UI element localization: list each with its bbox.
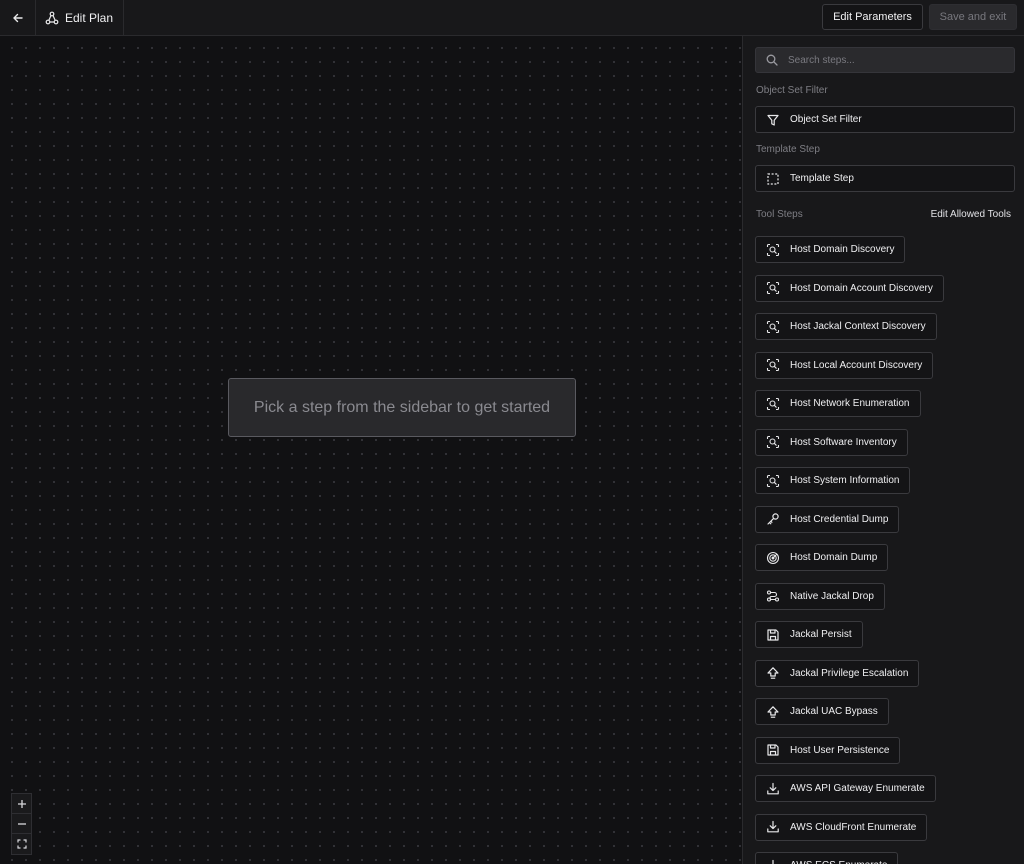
download-icon [766,782,780,796]
dashed-square-icon [766,172,780,186]
tool-step-label: Native Jackal Drop [790,590,874,602]
tool-step-label: Host System Information [790,475,900,486]
zoom-scan-icon [766,320,780,334]
plan-title: Edit Plan [36,0,125,35]
search-icon [765,53,779,67]
radar-icon [766,551,780,565]
tool-step-label: Host Domain Discovery [790,244,895,255]
minus-icon [15,817,29,831]
object-set-filter-section-label: Object Set Filter [756,85,828,96]
template-step-section-label: Template Step [756,144,820,155]
save-icon [766,628,780,642]
fit-view-button[interactable] [12,834,31,854]
page-title: Edit Plan [65,10,114,25]
search-box[interactable] [755,47,1015,73]
tool-step-label: Host Domain Dump [790,552,878,563]
arrow-up-icon [766,666,780,680]
fullscreen-icon [15,837,29,851]
search-input[interactable] [788,54,1008,66]
tool-step-button[interactable]: AWS ECS Enumerate [755,852,899,864]
zoom-scan-icon [766,397,780,411]
tool-step-button[interactable]: Host Software Inventory [755,428,908,456]
tool-step-label: Host Network Enumeration [790,398,910,409]
tool-step-label: Host Local Account Discovery [790,359,923,371]
tool-step-button[interactable]: Host User Persistence [755,736,901,764]
tool-step-label: Host Credential Dump [790,513,889,525]
tool-steps-list: Host Domain Discovery Host Domain Account… [755,236,944,864]
hierarchy-icon [45,11,59,25]
tool-step-button[interactable]: Host System Information [755,467,911,494]
tool-step-button[interactable]: Host Domain Account Discovery [755,274,944,302]
tool-step-label: Host User Persistence [790,744,890,756]
zoom-scan-icon [766,435,780,449]
tool-step-button[interactable]: Host Credential Dump [755,505,900,533]
tool-step-button[interactable]: Jackal Persist [755,621,863,648]
zoom-controls [11,793,32,855]
tool-step-label: Host Domain Account Discovery [790,282,933,294]
top-bar: Edit Plan Edit Parameters Save and exit [0,0,1024,36]
object-set-filter-button[interactable]: Object Set Filter [755,106,1015,133]
template-step-button[interactable]: Template Step [755,165,1015,192]
zoom-scan-icon [766,243,780,257]
plus-icon [15,797,29,811]
tool-steps-section-label: Tool Steps [756,209,803,220]
tool-step-button[interactable]: AWS CloudFront Enumerate [755,813,928,841]
route-icon [766,589,780,603]
arrow-up-icon [766,705,780,719]
template-step-label: Template Step [790,173,854,184]
tool-step-label: Jackal Persist [790,629,852,640]
zoom-scan-icon [766,474,780,488]
tool-step-button[interactable]: Host Network Enumeration [755,390,921,417]
arrow-left-icon [11,11,25,25]
tool-step-button[interactable]: Host Domain Discovery [755,236,906,263]
zoom-in-button[interactable] [12,794,31,814]
tool-step-label: Jackal UAC Bypass [790,706,878,717]
zoom-scan-icon [766,358,780,372]
tool-step-button[interactable]: Host Domain Dump [755,544,889,571]
tool-step-label: Host Software Inventory [790,436,897,448]
edit-parameters-button[interactable]: Edit Parameters [822,4,923,30]
empty-canvas-message: Pick a step from the sidebar to get star… [228,378,576,437]
tool-step-label: AWS API Gateway Enumerate [790,783,925,794]
tool-step-button[interactable]: Host Local Account Discovery [755,351,934,379]
save-and-exit-button[interactable]: Save and exit [929,4,1017,30]
tool-step-button[interactable]: Native Jackal Drop [755,582,885,610]
download-icon [766,859,780,864]
object-set-filter-label: Object Set Filter [790,114,862,125]
steps-sidebar: Object Set Filter Object Set Filter Temp… [742,36,1024,864]
tool-step-label: Host Jackal Context Discovery [790,321,926,332]
save-icon [766,743,780,757]
back-button[interactable] [0,0,36,35]
plan-canvas[interactable]: Pick a step from the sidebar to get star… [0,36,742,864]
zoom-scan-icon [766,281,780,295]
edit-allowed-tools-link[interactable]: Edit Allowed Tools [931,209,1011,220]
key-icon [766,512,780,526]
download-icon [766,820,780,834]
filter-icon [766,113,780,127]
tool-step-button[interactable]: Host Jackal Context Discovery [755,313,937,340]
tool-step-label: Jackal Privilege Escalation [790,667,909,679]
tool-step-button[interactable]: Jackal Privilege Escalation [755,659,920,687]
tool-step-label: AWS ECS Enumerate [790,860,887,864]
tool-step-button[interactable]: Jackal UAC Bypass [755,698,889,725]
zoom-out-button[interactable] [12,814,31,834]
tool-step-button[interactable]: AWS API Gateway Enumerate [755,775,936,802]
tool-step-label: AWS CloudFront Enumerate [790,821,917,833]
